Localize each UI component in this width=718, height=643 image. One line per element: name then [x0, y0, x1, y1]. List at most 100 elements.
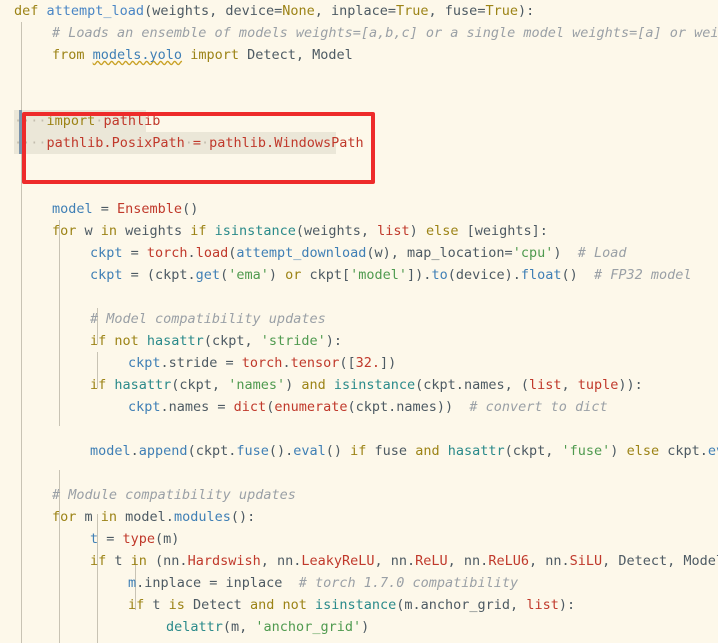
code-token: ···· [14, 113, 47, 129]
code-token: if [90, 377, 115, 393]
code-line[interactable]: m.inplace = inplace # torch 1.7.0 compat… [0, 572, 718, 594]
code-token: torch [146, 245, 188, 261]
code-token: pathlib [46, 135, 104, 151]
code-token: ckpt [90, 267, 123, 283]
code-line[interactable]: ckpt.stride = torch.tensor([32.]) [0, 352, 718, 374]
code-token: .stride = [160, 355, 242, 371]
code-line[interactable]: def attempt_load(weights, device=None, i… [0, 0, 718, 22]
code-token: ([ [339, 355, 356, 371]
code-token: · [201, 135, 210, 151]
code-token: attempt_download [236, 245, 367, 261]
code-token: isinstance [333, 377, 416, 393]
code-token: or [285, 267, 310, 283]
code-line[interactable]: model = Ensemble() [0, 198, 718, 220]
code-token: () [182, 201, 199, 217]
code-line[interactable]: ckpt = torch.load(attempt_download(w), m… [0, 242, 718, 264]
code-token: Detect, Model [238, 47, 353, 63]
code-token: (ckpt. [187, 443, 237, 459]
code-token: dict [233, 399, 267, 415]
code-line[interactable]: if t is Detect and not isinstance(m.anch… [0, 594, 718, 616]
code-line[interactable] [0, 154, 718, 176]
code-line[interactable]: for w in weights if isinstance(weights, … [0, 220, 718, 242]
code-editor-pane[interactable]: def attempt_load(weights, device=None, i… [0, 0, 718, 643]
code-token: ) [610, 443, 627, 459]
code-line[interactable]: if not hasattr(ckpt, 'stride'): [0, 330, 718, 352]
code-token: (m, [222, 619, 256, 635]
code-token: eval [293, 443, 326, 459]
code-token: . [130, 443, 139, 459]
code-line[interactable]: # Model compatibility updates [0, 308, 718, 330]
code-token: Detect [193, 597, 250, 613]
code-token: hasattr [146, 333, 204, 349]
code-line[interactable]: setattr(m, 'anchor_grid', [torch.zeros(1… [0, 638, 718, 643]
code-token: if [90, 553, 115, 569]
code-token: # Loads an ensemble of models weights=[a… [52, 25, 718, 41]
code-token: for [52, 509, 85, 525]
code-token: pathlib [209, 135, 267, 151]
code-token: (weights, device= [144, 3, 283, 19]
code-token: # Module compatibility updates [52, 487, 296, 503]
code-token: 'anchor_grid' [255, 619, 362, 635]
code-token: . [187, 245, 196, 261]
code-line[interactable]: # Loads an ensemble of models weights=[a… [0, 22, 718, 44]
code-token: , nn. [374, 553, 416, 569]
code-line[interactable] [0, 286, 718, 308]
code-token: = [92, 201, 118, 217]
code-line[interactable]: ckpt = (ckpt.get('ema') or ckpt['model']… [0, 264, 718, 286]
code-token: t [114, 553, 131, 569]
code-token: , [561, 377, 578, 393]
code-token: , fuse= [428, 3, 486, 19]
code-token: and [301, 377, 334, 393]
code-token: .names = [160, 399, 234, 415]
code-line[interactable]: from models.yolo import Detect, Model [0, 44, 718, 66]
code-line[interactable] [0, 176, 718, 198]
code-token: # Load [577, 245, 627, 261]
code-token: # FP32 model [594, 267, 692, 283]
code-token: 32. [355, 355, 381, 371]
code-token: not [114, 333, 147, 349]
code-line[interactable] [0, 462, 718, 484]
code-token: (device). [447, 267, 521, 283]
code-token: if [190, 223, 215, 239]
code-line[interactable]: ckpt.names = dict(enumerate(ckpt.names))… [0, 396, 718, 418]
code-token: . [103, 135, 112, 151]
code-line[interactable]: # Module compatibility updates [0, 484, 718, 506]
code-token: ReLU6 [488, 553, 529, 569]
code-token: models.yolo [92, 47, 183, 63]
code-line[interactable] [0, 66, 718, 88]
code-token: Ensemble [117, 201, 183, 217]
code-token: , inplace= [314, 3, 397, 19]
code-line[interactable]: ····import·pathlib [0, 110, 718, 132]
code-line[interactable]: if t in (nn.Hardswish, nn.LeakyReLU, nn.… [0, 550, 718, 572]
code-line[interactable] [0, 418, 718, 440]
code-token: 'names' [228, 377, 286, 393]
code-line[interactable] [0, 88, 718, 110]
code-token: = [98, 531, 123, 547]
code-token: 'ema' [228, 267, 269, 283]
code-token: True [485, 3, 518, 19]
code-token: , Detect, Model): [602, 553, 718, 569]
code-token: not [282, 597, 315, 613]
source-code[interactable]: def attempt_load(weights, device=None, i… [0, 0, 718, 643]
code-token: Hardswish [187, 553, 261, 569]
code-token: from [52, 47, 93, 63]
code-line[interactable]: if hasattr(ckpt, 'names') and isinstance… [0, 374, 718, 396]
code-line[interactable]: ····pathlib.PosixPath·=·pathlib.WindowsP… [0, 132, 718, 154]
code-token: # Model compatibility updates [90, 311, 326, 327]
code-token: () [561, 267, 595, 283]
code-line[interactable]: model.append(ckpt.fuse().eval() if fuse … [0, 440, 718, 462]
code-line[interactable]: t = type(m) [0, 528, 718, 550]
code-token: list [528, 377, 562, 393]
code-token: .inplace = inplace [136, 575, 299, 591]
code-token: WindowsPath [274, 135, 364, 151]
code-token: else [626, 443, 668, 459]
code-token: load [195, 245, 229, 261]
code-token: ) [553, 245, 578, 261]
code-token: (ckpt, [171, 377, 229, 393]
code-token: True [396, 3, 429, 19]
code-token: ReLU [415, 553, 448, 569]
code-token: is [168, 597, 194, 613]
code-line[interactable]: for m in model.modules(): [0, 506, 718, 528]
code-token: ): [517, 3, 535, 19]
code-line[interactable]: delattr(m, 'anchor_grid') [0, 616, 718, 638]
